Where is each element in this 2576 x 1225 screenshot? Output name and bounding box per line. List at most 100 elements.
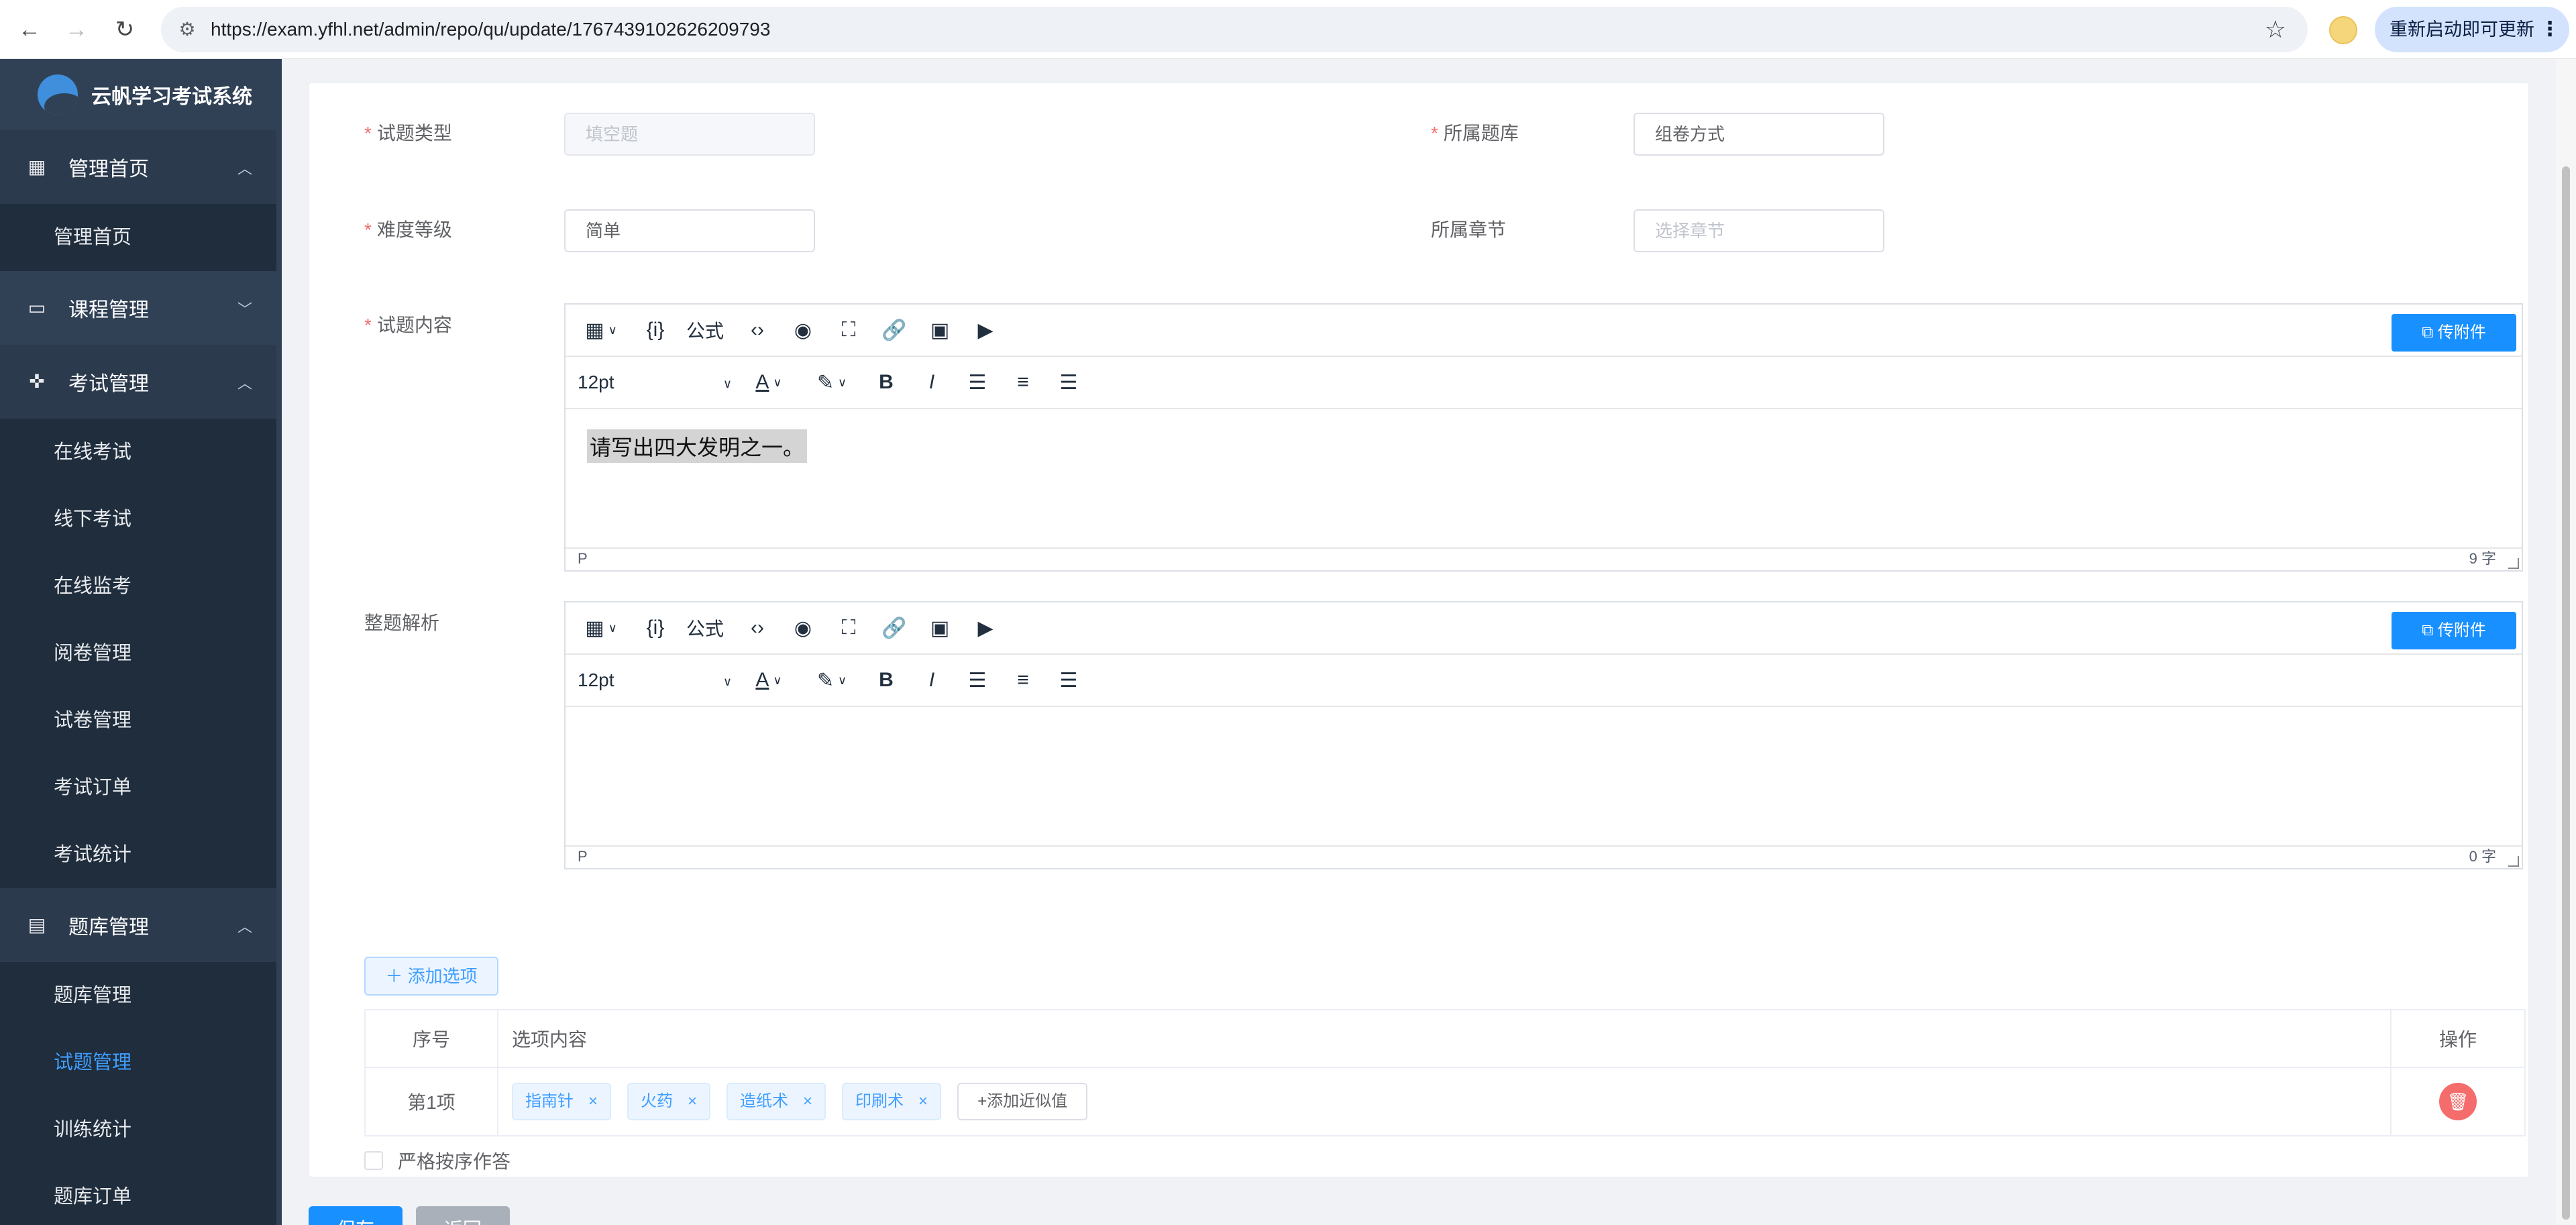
close-icon[interactable]: × [803, 1084, 812, 1119]
reload-icon[interactable]: ↻ [110, 15, 140, 44]
scrollbar-thumb[interactable] [2562, 166, 2570, 1220]
sidebar-item-proctoring[interactable]: 在线监考 [0, 553, 282, 620]
delete-option-button[interactable]: 🗑 [2439, 1083, 2477, 1120]
level-select[interactable]: 简单 [564, 209, 815, 252]
update-label: 重新启动即可更新 [2390, 19, 2534, 40]
sidebar-item-offline-exam[interactable]: 线下考试 [0, 486, 282, 553]
word-count: 9 字 [2469, 550, 2496, 567]
formula-button[interactable]: 公式 [686, 317, 724, 343]
code-braces-icon[interactable]: {i} [641, 613, 670, 643]
bookmark-star-icon[interactable]: ☆ [2265, 16, 2286, 43]
highlight-color-icon[interactable]: ✎ ∨ [808, 665, 855, 695]
forward-arrow-icon[interactable]: → [62, 15, 91, 44]
video-icon[interactable]: ▶ [971, 613, 1000, 643]
source-code-icon[interactable]: ‹› [743, 315, 772, 345]
sidebar-item-questions[interactable]: 试题管理 [0, 1029, 282, 1096]
chapter-select[interactable]: 选择章节 [1633, 209, 1884, 252]
add-similar-button[interactable]: +添加近似值 [957, 1083, 1088, 1120]
menu-group-repo[interactable]: ▤ 题库管理 ︿ [0, 888, 282, 962]
table-icon[interactable]: ▦ ∨ [578, 613, 625, 643]
menu-group-course[interactable]: ▭ 课程管理 ﹀ [0, 271, 282, 345]
content-text[interactable]: 请写出四大发明之一。 [587, 429, 808, 463]
menu-group-label: 考试管理 [68, 373, 149, 395]
text-color-icon[interactable]: A ∨ [745, 368, 792, 397]
sidebar-item-grading[interactable]: 阅卷管理 [0, 620, 282, 687]
source-code-icon[interactable]: ‹› [743, 613, 772, 643]
analysis-edit-area[interactable] [566, 707, 2522, 845]
close-icon[interactable]: × [918, 1084, 928, 1119]
target-icon: ✜ [29, 371, 45, 392]
sidebar-item-papers[interactable]: 试卷管理 [0, 687, 282, 754]
sidebar-item-training-stats[interactable]: 训练统计 [0, 1096, 282, 1163]
menu-group-exam[interactable]: ✜ 考试管理 ︿ [0, 345, 282, 419]
text-color-icon[interactable]: A ∨ [745, 665, 792, 695]
image-icon[interactable]: ▣ [925, 613, 955, 643]
sidebar-scrollbar[interactable] [276, 59, 282, 1225]
profile-avatar[interactable] [2329, 16, 2357, 44]
save-button[interactable]: 保存 [309, 1206, 402, 1225]
font-size-select[interactable]: 12pt ∨ [578, 670, 732, 691]
link-icon[interactable]: 🔗 [879, 613, 909, 643]
sidebar-item-exam-stats[interactable]: 考试统计 [0, 821, 282, 888]
back-button[interactable]: 返回 [416, 1206, 510, 1225]
image-icon[interactable]: ▣ [925, 315, 955, 345]
level-label: * 难度等级 [364, 219, 452, 240]
sidebar-item-online-exam[interactable]: 在线考试 [0, 419, 282, 486]
fullscreen-icon[interactable]: ⛶ [834, 613, 863, 643]
repo-select[interactable]: 组卷方式 [1633, 113, 1884, 156]
strict-order-option[interactable]: 严格按序作答 [364, 1147, 511, 1174]
element-path[interactable]: P [578, 848, 588, 865]
resize-handle-icon[interactable] [2508, 558, 2519, 569]
sidebar-logo[interactable]: 云帆学习考试系统 [0, 59, 282, 130]
attach-button[interactable]: ⧉ 传附件 [2392, 314, 2516, 352]
code-braces-icon[interactable]: {i} [641, 315, 670, 345]
strict-order-checkbox[interactable] [364, 1151, 383, 1170]
align-center-icon[interactable]: ≡ [1008, 665, 1038, 695]
resize-handle-icon[interactable] [2508, 856, 2519, 867]
more-menu-icon[interactable]: ⋮ [2540, 7, 2560, 52]
close-icon[interactable]: × [688, 1084, 697, 1119]
italic-icon[interactable]: I [917, 368, 947, 397]
align-right-icon[interactable]: ☰ [1054, 368, 1083, 397]
sidebar-item-repo[interactable]: 题库管理 [0, 962, 282, 1029]
chapter-label: 所属章节 [1431, 219, 1507, 240]
align-center-icon[interactable]: ≡ [1008, 368, 1038, 397]
align-left-icon[interactable]: ☰ [963, 665, 992, 695]
question-form-card: * 试题类型 填空题 * 所属题库 组卷方式 * 难度等级 简单 所属章节 选择章节 … [309, 83, 2529, 1177]
content-label: * 试题内容 [364, 315, 452, 335]
preview-eye-icon[interactable]: ◉ [788, 315, 818, 345]
content-edit-area[interactable]: 请写出四大发明之一。 [566, 409, 2522, 547]
attach-button[interactable]: ⧉ 传附件 [2392, 612, 2516, 649]
font-size-select[interactable]: 12pt ∨ [578, 372, 732, 393]
bold-icon[interactable]: B [871, 368, 901, 397]
close-icon[interactable]: × [588, 1084, 598, 1119]
highlight-color-icon[interactable]: ✎ ∨ [808, 368, 855, 397]
align-left-icon[interactable]: ☰ [963, 368, 992, 397]
monitor-icon: ▭ [28, 297, 46, 318]
sidebar-item-dashboard[interactable]: 管理首页 [0, 204, 282, 271]
qu-type-select[interactable]: 填空题 [564, 113, 815, 156]
element-path[interactable]: P [578, 550, 588, 567]
bold-icon[interactable]: B [871, 665, 901, 695]
align-right-icon[interactable]: ☰ [1054, 665, 1083, 695]
page-scrollbar[interactable] [2556, 59, 2576, 1225]
menu-group-label: 课程管理 [68, 299, 149, 321]
address-bar[interactable]: ⚙ https://exam.yfhl.net/admin/repo/qu/up… [161, 7, 2308, 52]
formula-button[interactable]: 公式 [686, 615, 724, 641]
back-arrow-icon[interactable]: ← [15, 15, 44, 44]
link-icon[interactable]: 🔗 [879, 315, 909, 345]
logo-icon [38, 74, 78, 115]
update-button[interactable]: 重新启动即可更新 ⋮ [2375, 7, 2569, 52]
url-text[interactable]: https://exam.yfhl.net/admin/repo/qu/upda… [211, 7, 770, 52]
sidebar-item-repo-orders[interactable]: 题库订单 [0, 1163, 282, 1225]
sidebar-item-exam-orders[interactable]: 考试订单 [0, 754, 282, 821]
fullscreen-icon[interactable]: ⛶ [834, 315, 863, 345]
menu-group-dashboard[interactable]: ▦ 管理首页 ︿ [0, 130, 282, 204]
italic-icon[interactable]: I [917, 665, 947, 695]
preview-eye-icon[interactable]: ◉ [788, 613, 818, 643]
table-icon[interactable]: ▦ ∨ [578, 315, 625, 345]
site-settings-icon[interactable]: ⚙ [176, 18, 199, 41]
option-index: 第1项 [366, 1068, 498, 1135]
add-option-button[interactable]: ＋ 添加选项 [364, 957, 498, 996]
video-icon[interactable]: ▶ [971, 315, 1000, 345]
